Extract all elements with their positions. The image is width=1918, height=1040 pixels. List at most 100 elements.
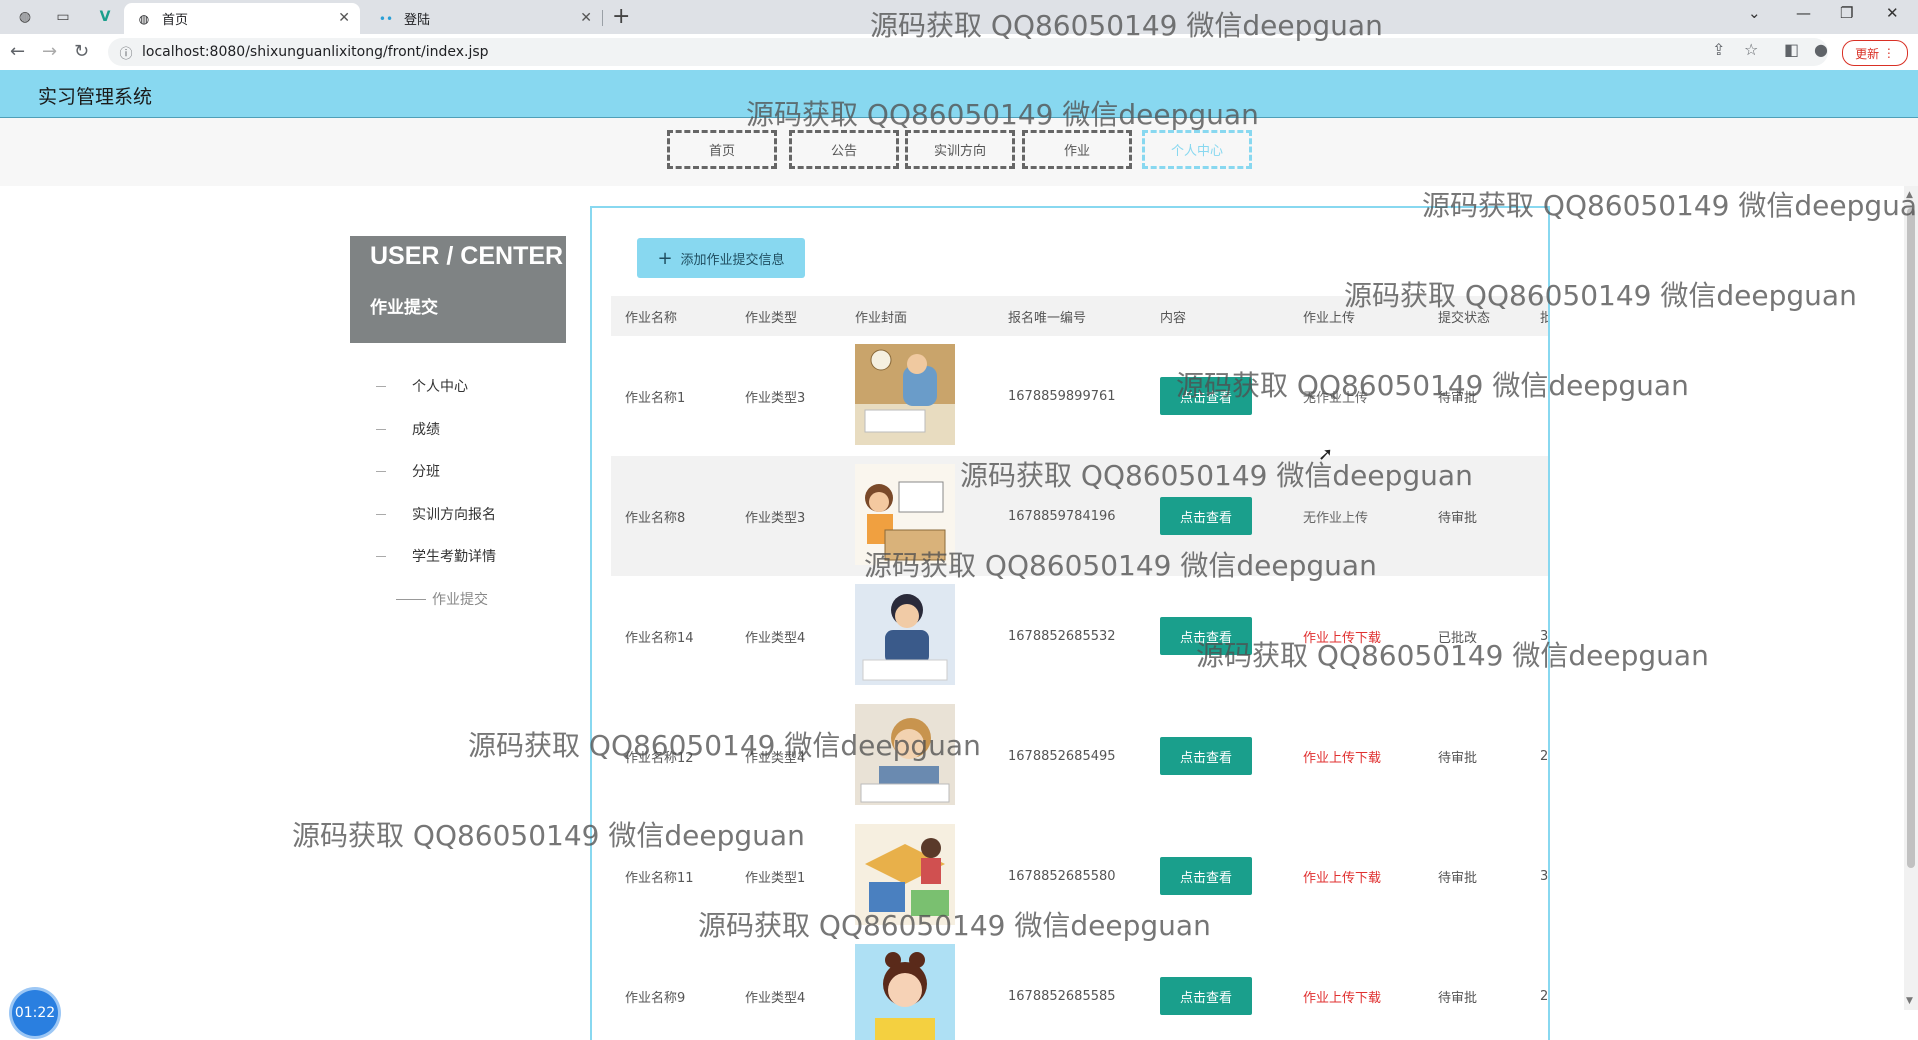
cell-status: 待审批 bbox=[1438, 870, 1478, 886]
cell-status: 待审批 bbox=[1424, 456, 1526, 576]
column-header: 作业上传 bbox=[1289, 296, 1424, 336]
dots-icon: •• bbox=[378, 11, 394, 26]
cell-number: 1678852685585 bbox=[1008, 988, 1116, 1004]
cell-upload[interactable]: 作业上传下载 bbox=[1289, 576, 1424, 696]
cell-name: 作业名称8 bbox=[611, 456, 731, 576]
mouse-cursor-icon: ➚ bbox=[1318, 444, 1334, 465]
view-content-button[interactable]: 点击查看 bbox=[1160, 857, 1252, 895]
view-content-button[interactable]: 点击查看 bbox=[1160, 497, 1252, 535]
view-content-button[interactable]: 点击查看 bbox=[1160, 377, 1252, 415]
sidebar-item-grades[interactable]: 成绩 bbox=[376, 419, 440, 439]
cell-upload: 无作业上传 bbox=[1289, 456, 1424, 576]
sidebar-item-direction-signup[interactable]: 实训方向报名 bbox=[376, 504, 496, 524]
pinned-tab-page-icon[interactable]: ▭ bbox=[52, 6, 74, 28]
add-submission-button[interactable]: + 添加作业提交信息 bbox=[637, 238, 805, 278]
cover-image[interactable] bbox=[855, 823, 955, 925]
update-label: 更新 bbox=[1855, 46, 1880, 61]
cell-number: 1678852685580 bbox=[1008, 868, 1116, 884]
cover-image[interactable] bbox=[855, 463, 955, 565]
cell-upload[interactable]: 作业上传下载 bbox=[1289, 816, 1424, 936]
star-icon[interactable]: ☆ bbox=[1744, 40, 1758, 59]
cover-image[interactable] bbox=[855, 703, 955, 805]
sidebar-item-attendance[interactable]: 学生考勤详情 bbox=[376, 546, 496, 566]
sidebar-item-label: 学生考勤详情 bbox=[412, 549, 496, 565]
column-header: 作业名称 bbox=[611, 296, 731, 336]
pinned-tab-globe-icon[interactable]: ◍ bbox=[14, 6, 36, 28]
content-panel: + 添加作业提交信息 作业名称 作业类型 作业封面 报名唯一编号 内容 作业上传… bbox=[590, 206, 1550, 1040]
scroll-up-icon[interactable]: ▲ bbox=[1906, 190, 1913, 200]
nav-personal-center[interactable]: 个人中心 bbox=[1142, 130, 1252, 169]
cell-content: 点击查看 bbox=[1146, 456, 1289, 576]
submission-table: 作业名称 作业类型 作业封面 报名唯一编号 内容 作业上传 提交状态 批 作业名… bbox=[611, 296, 1549, 1040]
update-button[interactable]: 更新 ⋮ bbox=[1842, 40, 1908, 66]
browser-tab-login[interactable]: •• 登陆 ✕ bbox=[366, 3, 602, 34]
page-scrollbar[interactable]: ▲ ▼ bbox=[1904, 186, 1918, 1010]
table-row: 作业名称11 作业类型1 1678852685580 点击查看 作业上传下载 待… bbox=[611, 816, 1549, 936]
cell-name: 作业名称11 bbox=[625, 870, 694, 886]
sidebar-item-label: 实训方向报名 bbox=[412, 507, 496, 523]
new-tab-icon[interactable]: + bbox=[612, 4, 630, 29]
address-bar[interactable]: ⓘ localhost:8080/shixunguanlixitong/fron… bbox=[108, 38, 1828, 66]
column-header: 作业类型 bbox=[731, 296, 841, 336]
scroll-thumb[interactable] bbox=[1907, 208, 1915, 868]
cell-status: 待审批 bbox=[1438, 390, 1478, 406]
user-center-subtitle: 作业提交 bbox=[370, 298, 438, 318]
share-icon[interactable]: ⇪ bbox=[1712, 40, 1725, 59]
sidebar-subitem-homework-submit[interactable]: 作业提交 bbox=[396, 589, 488, 609]
cell-extra bbox=[1526, 456, 1548, 576]
cell-upload[interactable]: 作业上传下载 bbox=[1289, 936, 1424, 1040]
nav-homework[interactable]: 作业 bbox=[1022, 130, 1132, 169]
back-icon[interactable]: ← bbox=[10, 41, 25, 62]
close-icon[interactable]: ✕ bbox=[338, 10, 350, 26]
browser-tab-home[interactable]: ◍ 首页 ✕ bbox=[124, 3, 360, 34]
nav-notice[interactable]: 公告 bbox=[789, 130, 899, 169]
close-icon[interactable]: ✕ bbox=[580, 10, 592, 26]
scroll-down-icon[interactable]: ▼ bbox=[1906, 996, 1913, 1006]
tab-separator bbox=[602, 10, 603, 26]
cover-image[interactable] bbox=[855, 343, 955, 445]
chevron-down-icon[interactable]: ⌄ bbox=[1748, 4, 1761, 22]
forward-icon[interactable]: → bbox=[42, 41, 57, 62]
view-content-button[interactable]: 点击查看 bbox=[1160, 617, 1252, 655]
cell-type: 作业类型3 bbox=[745, 390, 806, 406]
column-header: 提交状态 bbox=[1424, 296, 1526, 336]
dash bbox=[376, 513, 386, 515]
table-row: 作业名称9 作业类型4 1678852685585 点击查看 作业上传下载 待审… bbox=[611, 936, 1548, 1040]
cell-type: 作业类型1 bbox=[745, 870, 806, 886]
sidebar-item-class[interactable]: 分班 bbox=[376, 461, 440, 481]
recording-timer[interactable]: 01:22 bbox=[12, 990, 58, 1036]
sidebar-item-personal-center[interactable]: 个人中心 bbox=[376, 376, 468, 396]
dash bbox=[396, 598, 426, 600]
cell-name: 作业名称12 bbox=[625, 750, 694, 766]
nav-home[interactable]: 首页 bbox=[667, 130, 777, 169]
column-header: 作业封面 bbox=[841, 296, 994, 336]
cell-extra: 3 bbox=[1540, 868, 1549, 884]
pinned-tab-vue-icon[interactable]: V bbox=[94, 6, 116, 28]
view-content-button[interactable]: 点击查看 bbox=[1160, 737, 1252, 775]
view-content-button[interactable]: 点击查看 bbox=[1160, 977, 1252, 1015]
nav-training-direction[interactable]: 实训方向 bbox=[905, 130, 1015, 169]
reload-icon[interactable]: ↻ bbox=[74, 41, 89, 62]
cell-content: 点击查看 bbox=[1146, 576, 1289, 696]
cell-status: 待审批 bbox=[1438, 990, 1478, 1006]
app-title: 实习管理系统 bbox=[38, 86, 153, 108]
cell-cover bbox=[841, 336, 994, 456]
window-close-icon[interactable]: ✕ bbox=[1886, 4, 1899, 22]
restore-icon[interactable]: ❐ bbox=[1840, 4, 1853, 22]
sidepanel-icon[interactable]: ◧ bbox=[1784, 40, 1799, 59]
dash bbox=[376, 470, 386, 472]
minimize-icon[interactable]: — bbox=[1796, 4, 1811, 22]
cell-status: 待审批 bbox=[1438, 750, 1478, 766]
cell-content: 点击查看 bbox=[1146, 336, 1289, 456]
table-header-row: 作业名称 作业类型 作业封面 报名唯一编号 内容 作业上传 提交状态 批 bbox=[611, 296, 1548, 336]
sidebar-item-label: 成绩 bbox=[412, 422, 440, 438]
plus-icon: + bbox=[657, 247, 673, 269]
cell-cover bbox=[841, 816, 994, 936]
cell-extra: 2 bbox=[1540, 748, 1549, 764]
cover-image[interactable] bbox=[855, 943, 955, 1040]
sidebar-item-label: 作业提交 bbox=[432, 592, 488, 608]
profile-icon[interactable]: ● bbox=[1814, 40, 1828, 59]
info-icon[interactable]: ⓘ bbox=[116, 43, 136, 62]
cell-upload[interactable]: 作业上传下载 bbox=[1289, 696, 1424, 816]
cover-image[interactable] bbox=[855, 583, 955, 685]
